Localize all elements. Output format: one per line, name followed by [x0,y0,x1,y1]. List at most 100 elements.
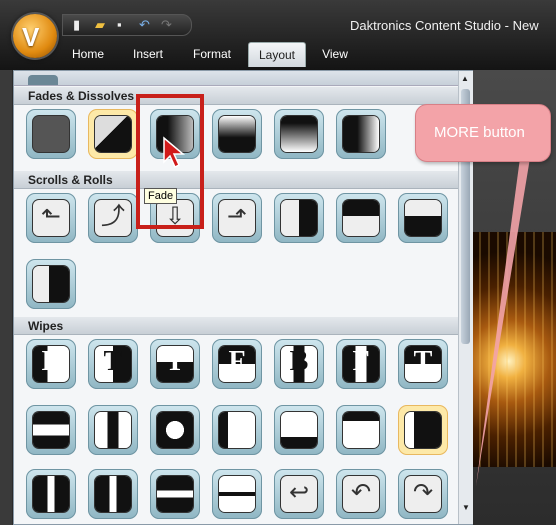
wipe-glyph: T [413,346,433,377]
preview [157,412,193,448]
tab-format[interactable]: Format [182,42,242,66]
preview: T [157,346,193,382]
preview: ⬏ [219,200,255,236]
preview: ⤴ [95,200,131,236]
wipe-glyph: F [228,346,246,377]
transition-tile[interactable] [274,109,324,159]
transition-tile[interactable]: T [150,339,200,389]
arrow-curl-icon: ↷ [412,479,434,506]
preview: T [405,346,441,382]
transition-tile[interactable] [336,109,386,159]
transition-gallery: Fades & Dissolves Scrolls & Rolls ⬑ ⤴ ⇩ … [13,70,473,525]
scroll-up-icon[interactable]: ▲ [461,74,469,83]
preview: F [343,346,379,382]
wipe-glyph: T [103,346,123,377]
mouse-cursor-icon [163,136,186,169]
transition-tile[interactable] [212,405,262,455]
transition-tile[interactable] [212,469,262,519]
redo-icon[interactable]: ↷ [161,17,172,33]
app-menu-button[interactable]: V [13,14,57,58]
transition-tile-dissolve[interactable] [88,109,138,159]
transition-tile[interactable] [336,193,386,243]
preview [95,412,131,448]
preview [405,412,441,448]
preview [343,116,379,152]
preview: B [33,346,69,382]
transition-tile[interactable]: ⬏ [212,193,262,243]
transition-tile[interactable] [398,405,448,455]
preview [33,266,69,302]
transition-tile[interactable] [150,405,200,455]
transition-tile[interactable] [88,405,138,455]
preview [219,476,255,512]
transition-tile[interactable] [336,405,386,455]
transition-tile[interactable]: F [212,339,262,389]
tab-home[interactable]: Home [60,42,116,66]
transition-tile[interactable] [212,109,262,159]
preview [219,116,255,152]
content-preview-image [470,232,556,467]
transition-tile[interactable] [274,193,324,243]
transition-tile[interactable] [274,405,324,455]
tooltip: Fade [144,188,178,204]
new-icon[interactable]: ▮ [73,17,80,33]
left-strip [0,70,12,525]
preview: B [281,346,317,382]
transition-tile[interactable] [150,469,200,519]
wipe-glyph: T [165,346,185,377]
preview [281,412,317,448]
transition-tile[interactable]: ↷ [398,469,448,519]
wipe-glyph: B [289,346,309,377]
open-folder-icon[interactable]: ▰ [95,17,105,33]
preview: F [219,346,255,382]
arrow-right-icon: ⬏ [226,203,248,230]
preview: ⬑ [33,200,69,236]
arrow-curl-icon: ↶ [350,479,372,506]
more-button-callout: MORE button [415,104,551,162]
preview: ↷ [405,476,441,512]
section-wipes: Wipes [14,317,458,335]
preview [33,412,69,448]
preview [281,116,317,152]
transition-tile[interactable] [26,109,76,159]
window-title: Daktronics Content Studio - New [350,18,539,33]
section-scrolls-rolls: Scrolls & Rolls [14,171,458,189]
preview: T [95,346,131,382]
transition-tile[interactable]: B [26,339,76,389]
transition-tile[interactable]: T [398,339,448,389]
save-icon[interactable]: ▪ [117,17,122,32]
transition-tile[interactable] [26,259,76,309]
preview: ↶ [343,476,379,512]
transition-tile[interactable]: T [88,339,138,389]
tab-view[interactable]: View [312,42,358,66]
preview [281,200,317,236]
preview [95,116,131,152]
tab-insert[interactable]: Insert [120,42,176,66]
tab-layout[interactable]: Layout [248,42,306,67]
transition-tile[interactable] [398,193,448,243]
preview [33,476,69,512]
callout-text: MORE button [434,124,525,141]
preview [343,412,379,448]
transition-tile[interactable]: ⬑ [26,193,76,243]
transition-tile[interactable] [26,469,76,519]
transition-tile[interactable]: ↶ [336,469,386,519]
transition-tile[interactable] [26,405,76,455]
preview [343,200,379,236]
transition-tile[interactable]: ⤴ [88,193,138,243]
transition-tile[interactable]: F [336,339,386,389]
transition-tile[interactable]: ↩ [274,469,324,519]
transition-tile[interactable]: B [274,339,324,389]
arrow-left-icon: ⬑ [40,203,62,230]
undo-icon[interactable]: ↶ [139,17,150,33]
more-button[interactable]: ▼ [462,503,470,512]
app-logo-icon: V [22,22,40,52]
transition-tile[interactable] [88,469,138,519]
partial-tile [28,75,58,85]
preview [157,476,193,512]
section-fades-dissolves: Fades & Dissolves [14,87,458,105]
quick-access-toolbar: ▮ ▰ ▪ ↶ ↷ [62,14,192,36]
arrow-curl-icon: ↩ [288,479,310,506]
wipe-glyph: B [41,346,61,377]
arrow-up-icon: ⤴ [101,203,125,230]
